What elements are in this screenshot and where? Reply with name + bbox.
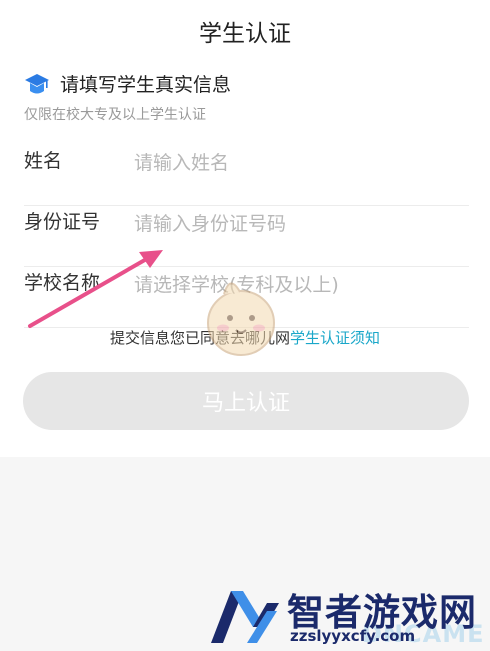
id-number-field: 身份证号 — [24, 207, 469, 267]
intro-heading: 请填写学生真实信息 — [60, 74, 232, 96]
intro-heading-row: 请填写学生真实信息 — [24, 70, 231, 97]
agreement-link[interactable]: 学生认证须知 — [290, 329, 380, 347]
graduation-cap-icon — [25, 73, 49, 93]
page-title: 学生认证 — [199, 21, 291, 47]
mascot-icon — [207, 282, 275, 356]
submit-button[interactable]: 马上认证 — [23, 372, 469, 430]
name-input[interactable] — [134, 146, 464, 180]
name-label: 姓名 — [24, 150, 63, 172]
watermark-url: zzslyyxcfy.com — [290, 627, 416, 645]
school-label: 学校名称 — [24, 272, 101, 294]
id-number-input[interactable] — [134, 207, 464, 241]
intro-subtext: 仅限在校大专及以上学生认证 — [24, 107, 206, 123]
form-card: 学生认证 请填写学生真实信息 仅限在校大专及以上学生认证 姓名 身份证号 学校名… — [0, 0, 490, 457]
school-select[interactable] — [134, 268, 464, 302]
id-number-label: 身份证号 — [24, 211, 101, 233]
name-field: 姓名 — [24, 146, 469, 206]
watermark-logo-icon — [211, 591, 279, 643]
